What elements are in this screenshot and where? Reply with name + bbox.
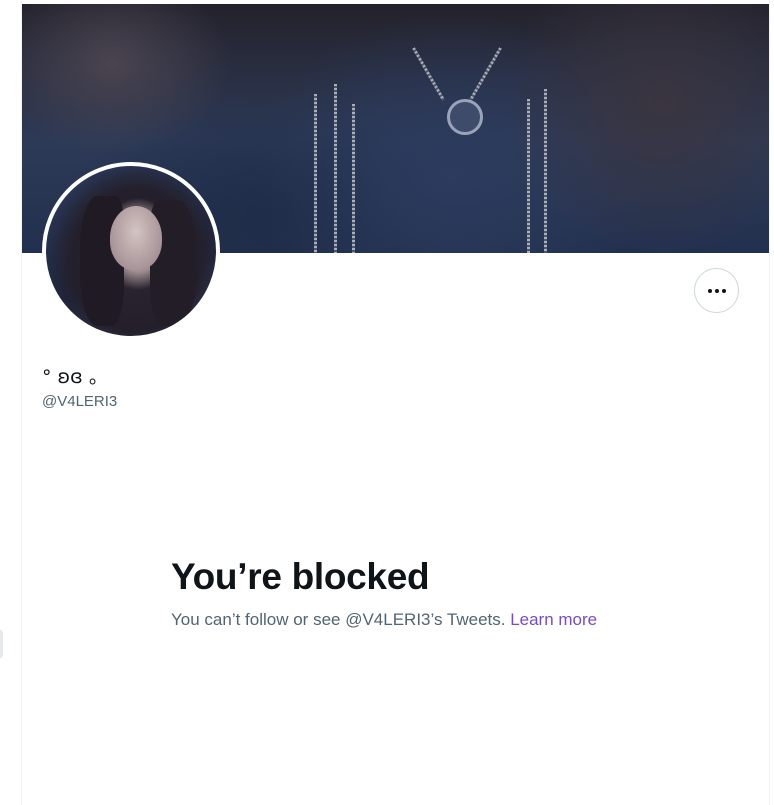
blocked-notice: You’re blocked You can’t follow or see @… xyxy=(171,555,601,632)
left-sidebar-edge xyxy=(0,630,3,658)
learn-more-link[interactable]: Learn more xyxy=(510,610,597,629)
more-horizontal-icon xyxy=(707,288,712,293)
blocked-title: You’re blocked xyxy=(171,556,430,597)
profile-handle: @V4LERI3 xyxy=(42,393,118,410)
blocked-message: You can’t follow or see @V4LERI3’s Tweet… xyxy=(171,607,601,632)
profile-column: ° ʚɞ 。 @V4LERI3 You’re blocked You can’t… xyxy=(21,0,770,805)
profile-avatar[interactable] xyxy=(42,162,220,340)
more-options-button[interactable] xyxy=(694,268,739,313)
blocked-message-text: You can’t follow or see @V4LERI3’s Tweet… xyxy=(171,610,511,629)
profile-display-name: ° ʚɞ 。 xyxy=(42,366,108,388)
